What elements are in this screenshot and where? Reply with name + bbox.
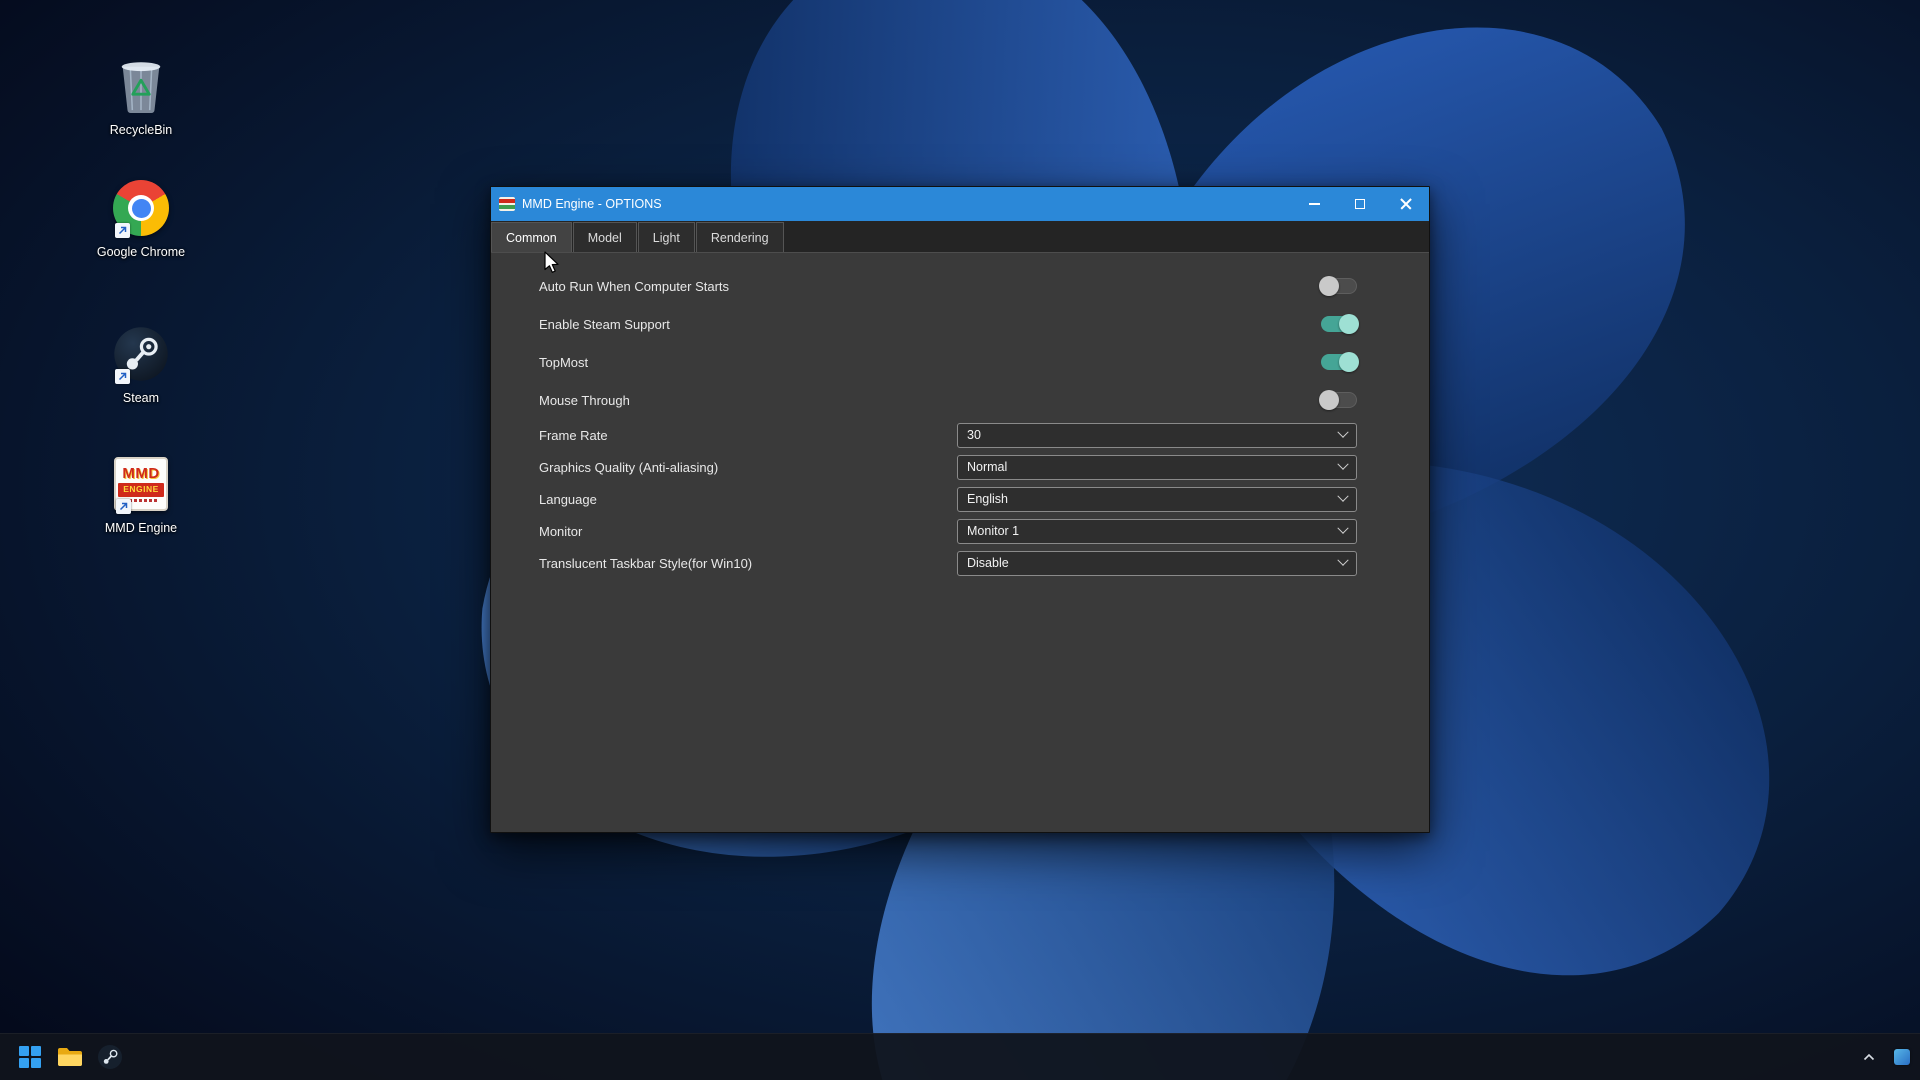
chevron-down-icon — [1337, 458, 1349, 470]
setting-row: Monitor Monitor 1 — [491, 515, 1429, 547]
close-icon — [1400, 198, 1412, 210]
chevron-up-icon — [1863, 1053, 1875, 1061]
setting-label: Auto Run When Computer Starts — [539, 278, 730, 294]
taskbar — [0, 1033, 1920, 1080]
setting-label: TopMost — [539, 354, 589, 370]
tab-model[interactable]: Model — [572, 222, 637, 252]
setting-row: TopMost — [491, 343, 1429, 381]
chevron-down-icon — [1337, 490, 1349, 502]
desktop-icon-label: Google Chrome — [96, 245, 186, 259]
setting-row: Frame Rate 30 — [491, 419, 1429, 451]
setting-label: Language — [539, 491, 597, 507]
chevron-down-icon — [1337, 522, 1349, 534]
shortcut-arrow-icon — [115, 223, 130, 238]
toggle-auto-run[interactable] — [1319, 276, 1357, 296]
setting-row: Graphics Quality (Anti-aliasing) Normal — [491, 451, 1429, 483]
select-graphics-quality[interactable]: Normal — [957, 454, 1357, 480]
setting-label: Translucent Taskbar Style(for Win10) — [539, 555, 753, 571]
select-value: Disable — [967, 556, 1009, 570]
desktop-icon-steam[interactable]: Steam — [86, 322, 196, 406]
select-translucent-taskbar-style[interactable]: Disable — [957, 550, 1357, 576]
settings-panel: Auto Run When Computer Starts Enable Ste… — [491, 253, 1429, 832]
setting-row: Enable Steam Support — [491, 305, 1429, 343]
toggle-topmost[interactable] — [1321, 352, 1359, 372]
mmd-engine-icon: MMD ENGINE — [114, 452, 168, 516]
toggle-mouse-through[interactable] — [1319, 390, 1357, 410]
select-value: English — [967, 492, 1008, 506]
tab-light[interactable]: Light — [637, 222, 695, 252]
file-explorer-icon — [58, 1048, 82, 1066]
minimize-button[interactable] — [1291, 187, 1337, 221]
options-window: MMD Engine - OPTIONS Common Model Light … — [490, 186, 1430, 833]
maximize-icon — [1355, 199, 1365, 209]
close-button[interactable] — [1383, 187, 1429, 221]
toggle-knob — [1339, 352, 1359, 372]
setting-row: Language English — [491, 483, 1429, 515]
desktop-icon-mmd-engine[interactable]: MMD ENGINE MMD Engine — [86, 452, 196, 536]
shortcut-arrow-icon — [115, 369, 130, 384]
toggle-knob — [1319, 390, 1339, 410]
mmd-logo-banner: ENGINE — [118, 483, 164, 497]
mmd-logo-text: MMD — [122, 465, 160, 483]
toggle-knob — [1319, 276, 1339, 296]
select-frame-rate[interactable]: 30 — [957, 422, 1357, 448]
tab-rendering[interactable]: Rendering — [695, 222, 784, 252]
tab-bar: Common Model Light Rendering — [491, 221, 1429, 253]
setting-label: Enable Steam Support — [539, 316, 670, 332]
select-monitor[interactable]: Monitor 1 — [957, 518, 1357, 544]
tray-chevron-button[interactable] — [1856, 1042, 1882, 1072]
titlebar[interactable]: MMD Engine - OPTIONS — [491, 187, 1429, 221]
tray-app-icon[interactable] — [1894, 1049, 1910, 1065]
setting-label: Mouse Through — [539, 392, 630, 408]
file-explorer-button[interactable] — [50, 1037, 90, 1077]
tab-common[interactable]: Common — [491, 222, 572, 252]
window-app-icon — [499, 197, 515, 211]
desktop-icon-label: Steam — [122, 391, 160, 405]
shortcut-arrow-icon — [116, 499, 131, 514]
desktop-icon-chrome[interactable]: Google Chrome — [86, 176, 196, 260]
desktop-icon-recyclebin[interactable]: RecycleBin — [86, 54, 196, 138]
desktop: RecycleBin Google Chrome Steam MMD ENGIN… — [0, 0, 1920, 1080]
chevron-down-icon — [1337, 426, 1349, 438]
start-icon — [19, 1046, 41, 1068]
setting-label: Graphics Quality (Anti-aliasing) — [539, 459, 719, 475]
setting-row: Mouse Through — [491, 381, 1429, 419]
chrome-icon — [113, 176, 169, 240]
window-title: MMD Engine - OPTIONS — [522, 197, 662, 211]
steam-taskbar-button[interactable] — [90, 1037, 130, 1077]
toggle-steam-support[interactable] — [1321, 314, 1359, 334]
select-value: Normal — [967, 460, 1008, 474]
desktop-icon-label: MMD Engine — [104, 521, 178, 535]
chevron-down-icon — [1337, 554, 1349, 566]
select-language[interactable]: English — [957, 486, 1357, 512]
minimize-icon — [1308, 203, 1320, 205]
recycle-bin-icon — [114, 54, 168, 118]
steam-taskbar-icon — [98, 1045, 122, 1069]
select-value: 30 — [967, 428, 981, 442]
setting-label: Frame Rate — [539, 427, 608, 443]
setting-row: Auto Run When Computer Starts — [491, 267, 1429, 305]
setting-label: Monitor — [539, 523, 583, 539]
toggle-knob — [1339, 314, 1359, 334]
maximize-button[interactable] — [1337, 187, 1383, 221]
setting-row: Translucent Taskbar Style(for Win10) Dis… — [491, 547, 1429, 579]
steam-icon — [113, 322, 169, 386]
desktop-icon-label: RecycleBin — [109, 123, 173, 137]
start-button[interactable] — [10, 1037, 50, 1077]
select-value: Monitor 1 — [967, 524, 1020, 538]
